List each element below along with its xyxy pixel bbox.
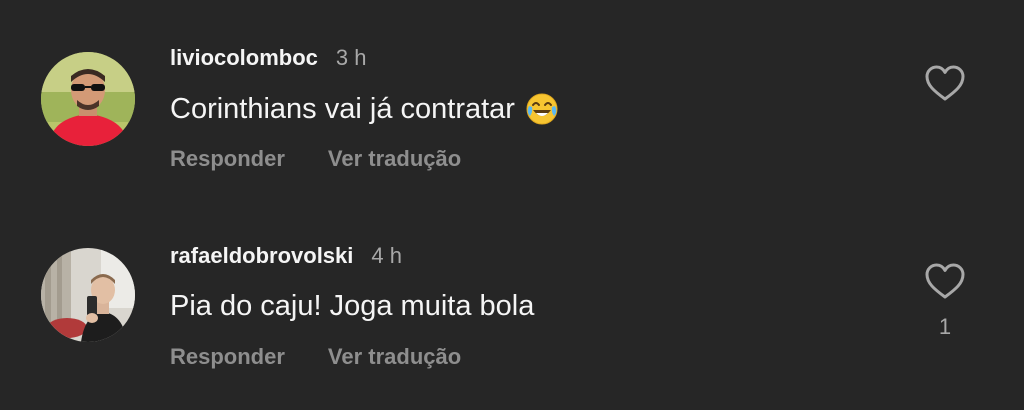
like-button[interactable]: [918, 56, 972, 110]
comment-actions: Responder Ver tradução: [170, 146, 461, 172]
like-button[interactable]: [918, 254, 972, 308]
comment-item: liviocolomboc 3 h Corinthians vai já con…: [0, 0, 1024, 190]
avatar-photo: [41, 52, 135, 146]
like-count[interactable]: 1: [918, 314, 972, 340]
comment-text: Corinthians vai já contratar: [170, 92, 515, 125]
comment-text: Pia do caju! Joga muita bola: [170, 290, 535, 322]
see-translation-button[interactable]: Ver tradução: [328, 344, 461, 370]
comment-timestamp: 4 h: [371, 243, 402, 268]
avatar[interactable]: [41, 52, 135, 146]
heart-icon: [925, 263, 965, 299]
see-translation-button[interactable]: Ver tradução: [328, 146, 461, 172]
avatar-photo: [41, 248, 135, 342]
comment-actions: Responder Ver tradução: [170, 344, 461, 370]
comment-meta: rafaeldobrovolski 4 h: [170, 243, 402, 273]
heart-icon: [925, 65, 965, 101]
comment-username[interactable]: liviocolomboc: [170, 45, 318, 71]
avatar[interactable]: [41, 248, 135, 342]
comment-item: rafaeldobrovolski 4 h Pia do caju! Joga …: [0, 198, 1024, 388]
reply-button[interactable]: Responder: [170, 344, 285, 370]
comment-text-row: Corinthians vai já contratar: [170, 92, 559, 126]
comment-text-row: Pia do caju! Joga muita bola: [170, 290, 534, 323]
reply-button[interactable]: Responder: [170, 146, 285, 172]
comment-meta: liviocolomboc 3 h: [170, 45, 367, 75]
comment-username[interactable]: rafaeldobrovolski: [170, 243, 353, 269]
comment-timestamp: 3 h: [335, 45, 367, 70]
face-with-tears-of-joy-icon: [525, 92, 559, 126]
